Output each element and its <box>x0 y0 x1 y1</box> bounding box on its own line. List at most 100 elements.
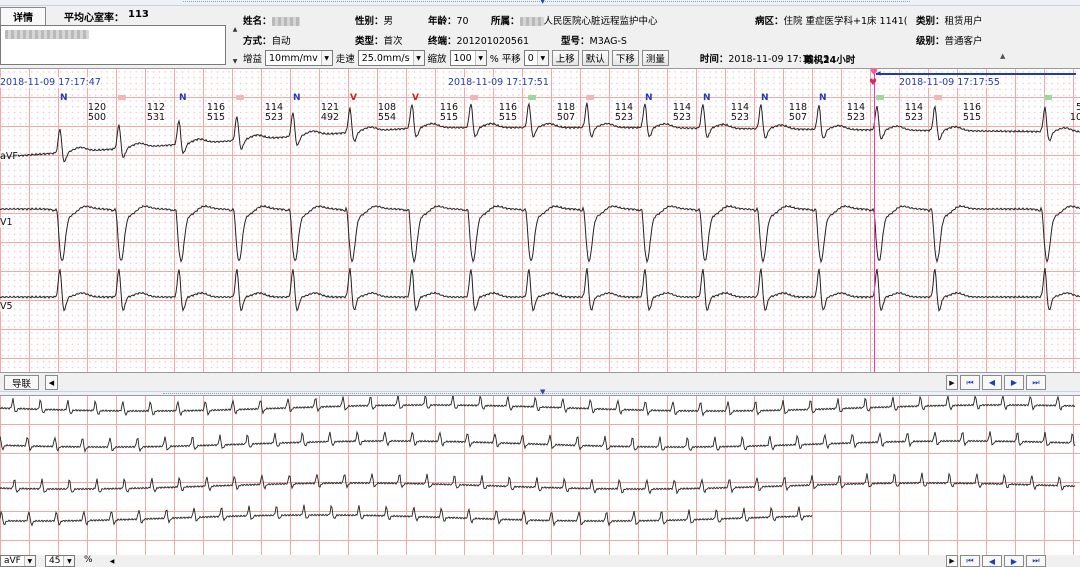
detail-header: 详情 平均心室率： 113 <box>0 7 230 25</box>
beat-marker[interactable] <box>934 95 942 100</box>
name-label: 姓名： <box>243 16 272 27</box>
speed-value: 25.0mm/s <box>361 52 410 64</box>
next-icon[interactable]: ▶ <box>1004 375 1024 390</box>
beat-rr-interval: 554 <box>377 112 397 123</box>
ecg-viewer-window: ▼ 详情 平均心室率： 113 ▲ ▼ 姓名： 性别：男 年龄：70 所属： 人… <box>0 0 1080 567</box>
lead-label: V1 <box>0 217 13 228</box>
model-value: M3AG-S <box>589 36 627 47</box>
patient-model: 型号：M3AG-S <box>561 33 627 47</box>
redacted-name <box>271 17 300 26</box>
heart-marker-icon[interactable]: ♥ <box>870 68 878 78</box>
ecg-overview-trace <box>0 504 813 527</box>
chevron-down-icon[interactable]: ▼ <box>536 51 548 65</box>
avg-hr-value: 113 <box>128 8 149 20</box>
move-up-button[interactable]: 上移 <box>551 50 579 66</box>
speed-select[interactable]: 25.0mm/s ▼ <box>357 50 425 66</box>
beat-marker[interactable] <box>528 95 536 100</box>
next-icon[interactable]: ▶ <box>1004 555 1024 567</box>
measure-button[interactable]: 测量 <box>641 50 669 66</box>
patient-method: 方式：自动 <box>243 33 291 47</box>
terminal-value: 201201020561 <box>456 36 530 47</box>
beat-marker[interactable] <box>236 95 244 100</box>
beat-interval: 112 531 <box>142 103 170 123</box>
skip-last-icon[interactable]: ⏭ <box>1026 555 1046 567</box>
ecg-timestamp: 2018-11-09 17:17:47 <box>0 77 101 88</box>
beat-rr-interval: 523 <box>672 112 692 123</box>
ecg-trace <box>0 267 1080 313</box>
ecg-timestamp: 2018-11-09 17:17:55 <box>899 77 1000 88</box>
scroll-up-icon[interactable]: ▲ <box>1000 52 1005 60</box>
ecg-overview-trace <box>0 430 1076 454</box>
type-label: 类型： <box>355 36 384 47</box>
scroll-up-icon[interactable]: ▲ <box>233 26 238 33</box>
scroll-left-icon[interactable]: ◀ <box>45 375 58 390</box>
beat-interval: 114 523 <box>260 103 288 123</box>
zoom-label: 缩放 <box>427 54 447 65</box>
time-cursor[interactable] <box>874 69 875 372</box>
splitter-grip <box>183 1 910 4</box>
chevron-down-icon[interactable]: ▼ <box>23 556 35 566</box>
speed-label: 走速 <box>335 54 355 65</box>
prev-icon[interactable]: ◀ <box>982 555 1002 567</box>
skip-first-icon[interactable]: ⏮ <box>960 375 980 390</box>
beat-interval: 591015 <box>1068 103 1080 123</box>
beat-marker[interactable] <box>1044 95 1052 100</box>
heart-marker-icon[interactable]: ♥ <box>869 78 877 88</box>
chevron-down-icon[interactable]: ▼ <box>474 51 486 65</box>
detail-scrollbar[interactable]: ▲ ▼ <box>231 26 239 65</box>
beat-rr-interval: 507 <box>556 112 576 123</box>
ecg-overview-waveforms <box>0 396 1076 527</box>
patient-ward: 病区：住院 重症医学科+1床 1141( <box>755 13 907 27</box>
lead-select[interactable]: aVF ▼ <box>0 555 36 567</box>
scroll-left-icon[interactable]: ◀ <box>106 555 118 567</box>
scroll-right-icon[interactable]: ▶ <box>946 555 958 567</box>
beat-rr-interval: 515 <box>962 112 982 123</box>
age-label: 年龄： <box>428 16 457 27</box>
prev-icon[interactable]: ◀ <box>982 375 1002 390</box>
beat-type-label: N <box>645 93 653 103</box>
org-label: 所属： <box>491 16 520 27</box>
category-value: 租赁用户 <box>944 16 983 27</box>
beat-type-label: V <box>412 93 419 103</box>
beat-rr-interval: 492 <box>320 112 340 123</box>
avg-heart-rate: 平均心室率： 113 <box>64 9 149 24</box>
pan-select[interactable]: 0 ▼ <box>523 50 549 66</box>
chevron-down-icon[interactable]: ▼ <box>412 51 424 65</box>
skip-first-icon[interactable]: ⏮ <box>960 555 980 567</box>
ecg-overview-strip[interactable] <box>0 395 1080 555</box>
tab-leads[interactable]: 导联 <box>4 375 40 390</box>
skip-last-icon[interactable]: ⏭ <box>1026 375 1046 390</box>
top-splitter[interactable]: ▼ <box>0 0 1080 6</box>
zoom-select[interactable]: 100 ▼ <box>449 50 487 66</box>
beat-rr-interval: 523 <box>904 112 924 123</box>
beat-interval: 108 554 <box>373 103 401 123</box>
beat-marker[interactable] <box>470 95 478 100</box>
beat-rr-interval: 515 <box>206 112 226 123</box>
scroll-down-icon[interactable]: ▼ <box>233 58 238 65</box>
beat-rr-interval: 1015 <box>1069 112 1080 123</box>
count-select[interactable]: 45 ▼ <box>45 555 76 567</box>
beat-type-label: N <box>293 93 301 103</box>
beat-interval: 114 523 <box>842 103 870 123</box>
ecg-trace <box>0 204 1080 264</box>
beat-marker[interactable] <box>586 95 594 100</box>
default-button[interactable]: 默认 <box>581 50 609 66</box>
chevron-down-icon[interactable]: ▼ <box>320 51 332 65</box>
beat-rr-interval: 531 <box>146 112 166 123</box>
beat-type-label: N <box>761 93 769 103</box>
beat-marker[interactable] <box>876 95 884 100</box>
move-down-button[interactable]: 下移 <box>611 50 639 66</box>
beat-rr-interval: 515 <box>498 112 518 123</box>
lead-label: aVF <box>0 151 18 162</box>
beat-interval: 114 523 <box>900 103 928 123</box>
tab-detail[interactable]: 详情 <box>0 7 46 25</box>
gain-select[interactable]: 10mm/mv ▼ <box>265 50 333 66</box>
detail-textbox[interactable] <box>0 25 226 65</box>
chevron-down-icon[interactable]: ▼ <box>63 556 75 566</box>
patient-category: 类别：租赁用户 <box>916 13 983 27</box>
ecg-strip-main[interactable]: 2018-11-09 17:17:47 2018-11-09 17:17:51 20… <box>0 68 1080 373</box>
chevron-down-icon[interactable]: ▼ <box>540 0 545 5</box>
method-value: 自动 <box>271 36 291 47</box>
scroll-right-icon[interactable]: ▶ <box>946 375 958 390</box>
beat-marker[interactable] <box>118 95 126 100</box>
